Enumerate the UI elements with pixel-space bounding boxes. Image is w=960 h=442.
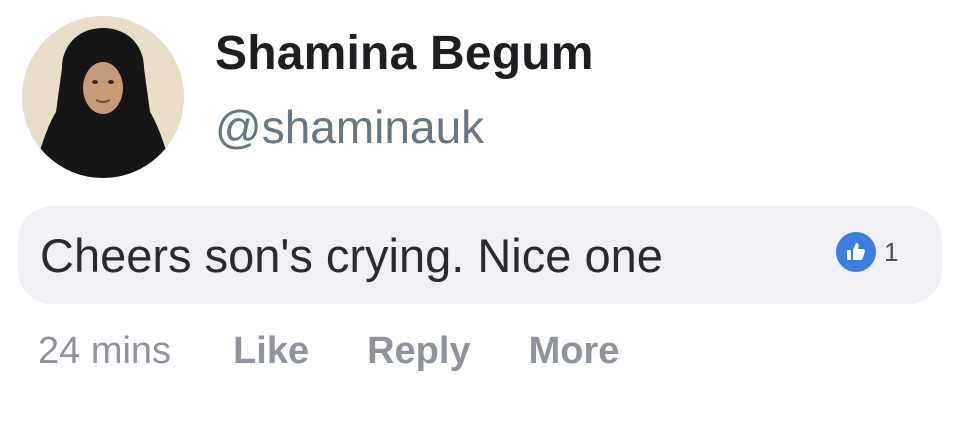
comment-actions: 24 mins Like Reply More [38,330,677,373]
author-handle[interactable]: @shaminauk [215,100,484,154]
timestamp[interactable]: 24 mins [38,330,171,373]
comment-bubble: Cheers son's crying. Nice one 1 [18,206,942,304]
reply-button[interactable]: Reply [367,330,470,373]
like-button[interactable]: Like [233,330,309,373]
author-display-name[interactable]: Shamina Begum [215,26,594,81]
reaction-count: 1 [884,236,899,267]
like-icon [836,232,876,272]
comment-text: Cheers son's crying. Nice one [40,229,663,282]
avatar[interactable] [22,16,184,178]
more-button[interactable]: More [529,330,620,373]
reaction-badge[interactable]: 1 [836,231,898,273]
